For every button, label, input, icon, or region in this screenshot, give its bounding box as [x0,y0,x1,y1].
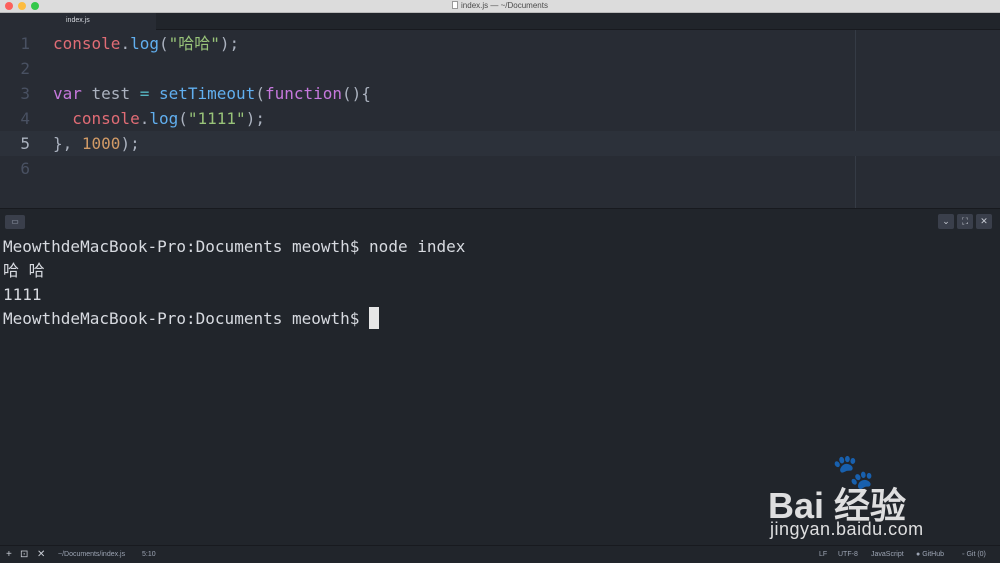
code-token: . [139,109,150,128]
git-label: Git (0) [966,551,986,558]
code-line[interactable]: 3 var test = setTimeout(function(){ [0,81,1000,106]
terminal-icon[interactable]: ⊡ [20,546,28,563]
code-token: var [53,84,82,103]
code-token: ( [158,34,169,53]
code-token: (){ [342,84,371,103]
terminal-line: MeowthdeMacBook-Pro:Documents meowth$ no… [3,237,466,256]
code-token: ( [255,84,265,103]
window-title-text: index.js — ~/Documents [461,1,548,10]
code-text: var test = setTimeout(function(){ [53,81,371,106]
line-number: 4 [20,109,30,128]
code-token: ); [120,134,140,153]
code-text: console.log("哈哈"); [53,31,239,56]
status-encoding[interactable]: UTF-8 [838,546,858,563]
maximize-terminal-button[interactable]: ⛶ [957,214,973,229]
line-number: 3 [20,84,30,103]
status-cursor-position[interactable]: 5:10 [142,546,156,563]
collapse-terminal-button[interactable]: ⌄ [938,214,954,229]
code-token: test [81,84,140,103]
terminal-prompt-line: MeowthdeMacBook-Pro:Documents meowth$ [3,307,380,331]
status-bar: + ⊡ ✕ ~/Documents/index.js 5:10 LF UTF-8… [0,545,1000,563]
terminal-cursor [369,307,380,329]
status-line-ending[interactable]: LF [819,546,827,563]
window-titlebar: index.js — ~/Documents [0,0,1000,13]
terminal-line: 1111 [3,285,42,304]
code-token: console [53,34,121,53]
terminal-tab-icon[interactable]: ▭ [5,215,25,229]
code-text: }, 1000); [53,131,140,156]
window-title: index.js — ~/Documents [0,1,1000,11]
code-token: console [53,109,140,128]
code-line[interactable]: 4 console.log("1111"); [0,106,1000,131]
add-terminal-icon[interactable]: + [6,546,12,563]
status-git[interactable]: ◦ Git (0) [962,546,986,563]
code-line[interactable]: 2 [0,56,1000,81]
code-token: "哈哈" [168,34,220,53]
status-github[interactable]: ● GitHub [916,546,944,563]
code-token: }, [53,134,82,153]
chevron-down-icon: ⌄ [942,216,950,226]
code-token: = [139,84,150,103]
code-line[interactable]: 1 console.log("哈哈"); [0,31,1000,56]
tab-bar: index.js [0,13,1000,30]
code-token: 1000 [81,134,121,153]
code-token: setTimeout [158,84,256,103]
code-token: ); [245,109,265,128]
baidu-jingyan-watermark: 🐾 Bai 经验 jingyan.baidu.com [768,455,958,543]
code-token: . [120,34,131,53]
code-token: function [264,84,343,103]
file-icon [452,1,459,9]
code-token: ( [178,109,188,128]
terminal-header: ▭ ⌄ ⛶ ✕ [0,208,1000,235]
terminal-line: 哈 哈 [3,261,45,280]
status-grammar[interactable]: JavaScript [871,546,904,563]
close-terminal-button[interactable]: ✕ [976,214,992,229]
line-number: 2 [20,59,30,78]
tab-index-js[interactable]: index.js [0,13,156,30]
code-line[interactable]: 5}, 1000); [0,131,1000,156]
git-commit-icon: ◦ [962,551,965,558]
code-text: console.log("1111"); [53,106,265,131]
terminal-prompt: MeowthdeMacBook-Pro:Documents meowth$ [3,309,370,328]
line-number: 1 [20,34,30,53]
line-number: 6 [20,159,30,178]
status-file-path[interactable]: ~/Documents/index.js [58,546,125,563]
code-line[interactable]: 6 [0,156,1000,181]
code-token: log [149,109,179,128]
close-icon[interactable]: ✕ [37,546,45,563]
code-token: ); [219,34,240,53]
tab-label: index.js [66,17,90,24]
github-label: GitHub [922,551,944,558]
code-editor[interactable]: 1 console.log("哈哈"); 2 3 var test = setTimeo… [0,30,1000,208]
code-token: "1111" [187,109,246,128]
code-token: log [130,34,159,53]
github-icon: ● [916,551,921,558]
maximize-icon: ⛶ [961,216,969,226]
watermark-url: jingyan.baidu.com [770,519,924,539]
close-icon: ✕ [980,216,988,226]
line-number: 5 [20,134,30,153]
